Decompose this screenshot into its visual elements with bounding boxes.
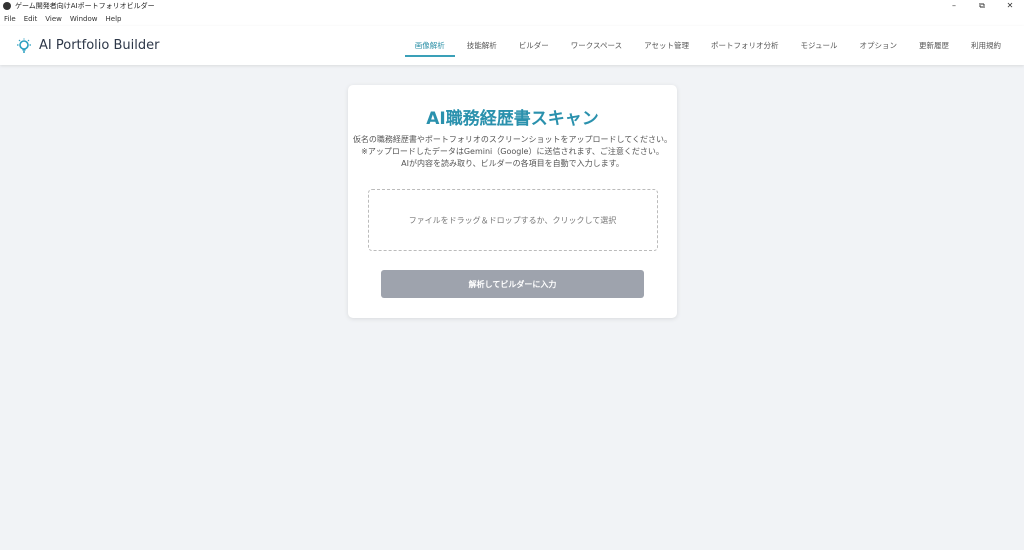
lightbulb-icon	[17, 38, 31, 53]
app-name: AI Portfolio Builder	[39, 38, 160, 53]
file-drop-zone[interactable]: ファイルをドラッグ＆ドロップするか、クリックして選択	[367, 189, 658, 251]
tab-options[interactable]: オプション	[849, 26, 909, 65]
app-icon	[3, 2, 11, 10]
analyze-button[interactable]: 解析してビルダーに入力	[381, 270, 644, 298]
close-button[interactable]: ✕	[996, 1, 1024, 11]
scan-card: AI職務経歴書スキャン 仮名の職務経歴書やポートフォリオのスクリーンショットをア…	[348, 85, 677, 318]
tab-asset-management[interactable]: アセット管理	[633, 26, 700, 65]
menu-window[interactable]: Window	[70, 15, 98, 23]
menu-bar: File Edit View Window Help	[0, 12, 1024, 26]
description-line: 仮名の職務経歴書やポートフォリオのスクリーンショットをアップロードしてください。	[352, 135, 673, 144]
menu-help[interactable]: Help	[106, 15, 122, 23]
description-line: AIが内容を読み取り、ビルダーの各項目を自動で入力します。	[401, 159, 624, 168]
menu-file[interactable]: File	[4, 15, 16, 23]
tab-modules[interactable]: モジュール	[790, 26, 849, 65]
minimize-button[interactable]: –	[940, 1, 968, 11]
logo[interactable]: AI Portfolio Builder	[16, 38, 159, 54]
tab-portfolio-analysis[interactable]: ポートフォリオ分析	[700, 26, 790, 65]
title-bar: ゲーム開発者向けAIポートフォリオビルダー – ⧉ ✕	[0, 0, 1024, 12]
tab-terms[interactable]: 利用規約	[960, 26, 1012, 65]
card-description: 仮名の職務経歴書やポートフォリオのスクリーンショットをアップロードしてください。…	[348, 134, 677, 170]
menu-edit[interactable]: Edit	[24, 15, 38, 23]
tab-image-analysis[interactable]: 画像解析	[404, 26, 456, 65]
drop-zone-label: ファイルをドラッグ＆ドロップするか、クリックして選択	[408, 215, 617, 225]
tab-skill-analysis[interactable]: 技能解析	[456, 26, 508, 65]
app-header: AI Portfolio Builder 画像解析 技能解析 ビルダー ワークス…	[0, 26, 1024, 65]
card-title: AI職務経歴書スキャン	[426, 109, 599, 129]
tab-builder[interactable]: ビルダー	[508, 26, 560, 65]
restore-button[interactable]: ⧉	[968, 1, 996, 11]
tab-changelog[interactable]: 更新履歴	[908, 26, 960, 65]
menu-view[interactable]: View	[45, 15, 62, 23]
description-line: ※アップロードしたデータはGemini（Google）に送信されます、ご注意くだ…	[361, 147, 664, 156]
tab-workspace[interactable]: ワークスペース	[560, 26, 633, 65]
window-title: ゲーム開発者向けAIポートフォリオビルダー	[15, 2, 155, 10]
main-nav: 画像解析 技能解析 ビルダー ワークスペース アセット管理 ポートフォリオ分析 …	[404, 26, 1012, 65]
